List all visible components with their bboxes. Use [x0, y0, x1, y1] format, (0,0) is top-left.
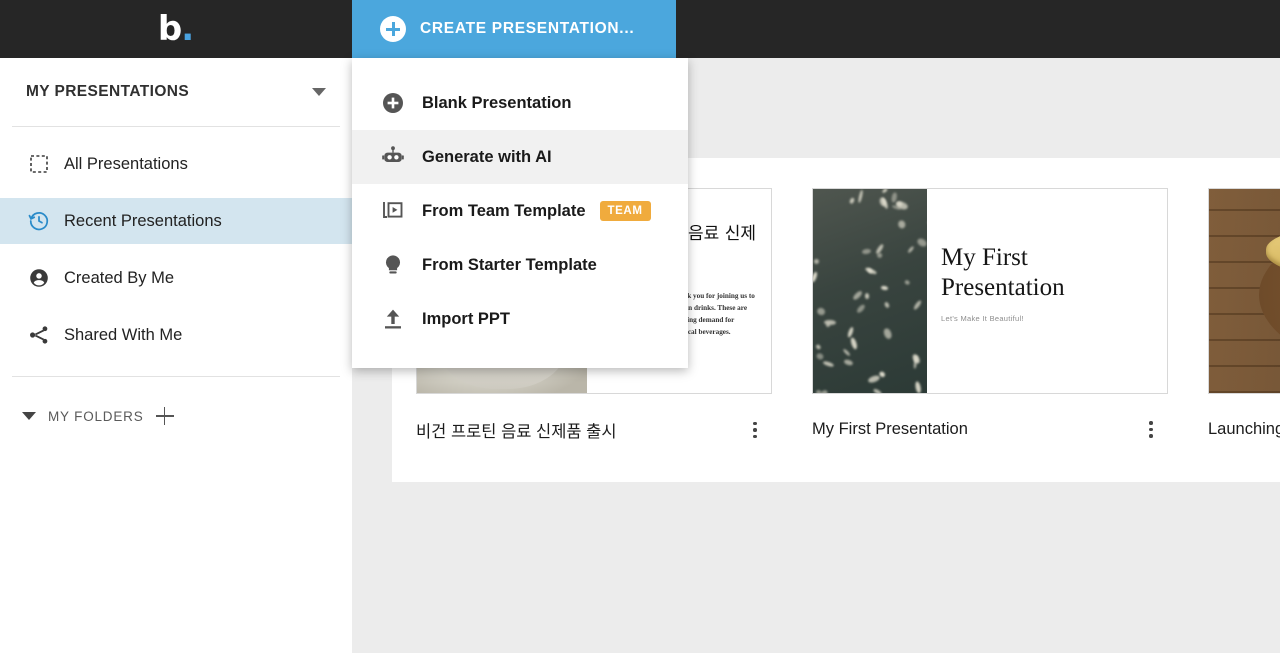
sidebar-item-recent-presentations[interactable]: Recent Presentations — [0, 198, 352, 244]
share-nodes-icon — [26, 322, 52, 348]
presentation-card[interactable]: Launching — [1208, 188, 1280, 442]
card-title: 비건 프로틴 음료 신제품 출시 — [416, 423, 617, 441]
upload-icon — [380, 306, 406, 332]
sidebar-divider-2 — [12, 376, 340, 377]
plus-circle-filled-icon — [380, 90, 406, 116]
caret-down-icon[interactable] — [22, 412, 36, 420]
sidebar-title: MY PRESENTATIONS — [26, 83, 190, 100]
thumbnail-heading: My First Presentation — [941, 244, 1065, 301]
plus-icon[interactable] — [155, 407, 174, 425]
sidebar-item-all-presentations[interactable]: All Presentations — [0, 141, 352, 187]
history-clock-icon — [26, 208, 52, 234]
sidebar-item-label: Shared With Me — [64, 325, 183, 344]
robot-icon — [380, 144, 406, 170]
logo-dot: . — [181, 9, 195, 49]
menu-item-label: Blank Presentation — [422, 93, 572, 112]
thumbnail-photo — [1209, 189, 1280, 393]
menu-item-label: From Team Template — [422, 201, 586, 220]
card-footer: Launching — [1208, 394, 1280, 441]
card-footer: 비건 프로틴 음료 신제품 출시 — [416, 394, 772, 442]
thumbnail-photo — [813, 189, 927, 393]
plus-circle-icon — [380, 16, 406, 42]
dashed-square-icon — [26, 151, 52, 177]
menu-item-from-team-template[interactable]: From Team Template TEAM — [352, 184, 688, 238]
sidebar-item-label: Created By Me — [64, 268, 175, 287]
presentation-thumbnail[interactable]: My First Presentation Let's Make It Beau… — [812, 188, 1168, 394]
menu-item-from-starter-template[interactable]: From Starter Template — [352, 238, 688, 292]
presentation-thumbnail[interactable] — [1208, 188, 1280, 394]
app-root: b. CREATE PRESENTATION... MY PRESENTATIO… — [0, 0, 1280, 653]
slides-stack-icon — [380, 198, 406, 224]
kebab-menu-icon[interactable] — [746, 419, 764, 442]
logo-letter: b — [157, 9, 182, 49]
person-circle-icon — [26, 265, 52, 291]
create-presentation-button[interactable]: CREATE PRESENTATION... — [352, 0, 676, 58]
thumbnail-subtitle: Let's Make It Beautiful! — [941, 314, 1024, 323]
sidebar: MY PRESENTATIONS All Presentations Recen… — [0, 58, 352, 653]
sidebar-item-shared-with-me[interactable]: Shared With Me — [0, 312, 352, 358]
sidebar-item-created-by-me[interactable]: Created By Me — [0, 255, 352, 301]
menu-item-label: From Starter Template — [422, 255, 597, 274]
sidebar-item-label: All Presentations — [64, 154, 188, 173]
kebab-menu-icon[interactable] — [1142, 418, 1160, 441]
card-title: Launching — [1208, 419, 1280, 438]
team-badge: TEAM — [599, 201, 651, 221]
create-presentation-label: CREATE PRESENTATION... — [420, 20, 635, 37]
presentation-card[interactable]: My First Presentation Let's Make It Beau… — [812, 188, 1168, 442]
app-logo[interactable]: b. — [0, 0, 352, 58]
lightbulb-icon — [380, 252, 406, 278]
my-folders-section: MY FOLDERS — [0, 407, 352, 425]
menu-item-label: Import PPT — [422, 309, 511, 328]
menu-item-import-ppt[interactable]: Import PPT — [352, 292, 688, 346]
card-footer: My First Presentation — [812, 394, 1168, 441]
sidebar-item-label: Recent Presentations — [64, 211, 222, 230]
menu-item-label: Generate with AI — [422, 147, 552, 166]
sidebar-nav: All Presentations Recent Presentations C… — [0, 127, 352, 358]
chevron-down-icon[interactable] — [312, 88, 326, 96]
card-title: My First Presentation — [812, 419, 968, 438]
my-folders-label: MY FOLDERS — [48, 408, 144, 424]
menu-item-blank-presentation[interactable]: Blank Presentation — [352, 76, 688, 130]
menu-item-generate-with-ai[interactable]: Generate with AI — [352, 130, 688, 184]
sidebar-header[interactable]: MY PRESENTATIONS — [0, 58, 352, 126]
create-presentation-menu: Blank Presentation Generate with AI From… — [352, 58, 688, 368]
